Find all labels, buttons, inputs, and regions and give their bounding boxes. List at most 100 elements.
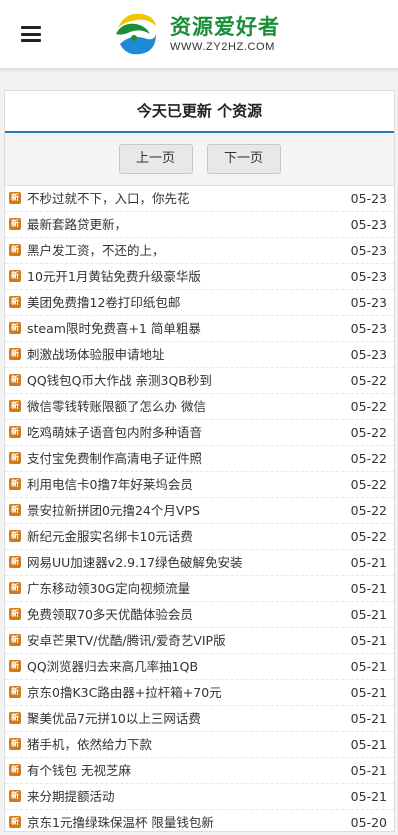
new-badge-icon: 新 [9, 452, 21, 464]
list-item-title[interactable]: 聚美优品7元拼10以上三网话费 [27, 706, 327, 731]
new-badge-icon: 新 [9, 816, 21, 828]
list-item-date: 05-21 [350, 763, 387, 778]
site-logo[interactable]: 资源爱好者 WWW.ZY2HZ.COM [110, 8, 285, 60]
list-item[interactable]: 新京东1元撸绿珠保温杯 限量钱包新 05-20 [5, 810, 394, 831]
list-item[interactable]: 新有个钱包 无视芝麻 05-21 [5, 758, 394, 784]
list-item[interactable]: 新免费领取70多天优酷体验会员 05-21 [5, 602, 394, 628]
list-item[interactable]: 新京东0撸K3C路由器+拉杆箱+70元 05-21 [5, 680, 394, 706]
list-item-date: 05-23 [350, 269, 387, 284]
new-badge-icon: 新 [9, 348, 21, 360]
list-item[interactable]: 新景安拉新拼团0元撸24个月VPS 05-22 [5, 498, 394, 524]
list-item-title[interactable]: 新纪元金服实名绑卡10元话费 [27, 524, 327, 549]
new-badge-icon: 新 [9, 634, 21, 646]
logo-url: WWW.ZY2HZ.COM [170, 41, 275, 53]
new-badge-icon: 新 [9, 296, 21, 308]
list-item[interactable]: 新广东移动领30G定向视频流量 05-21 [5, 576, 394, 602]
new-badge-icon: 新 [9, 608, 21, 620]
list-item-title[interactable]: 吃鸡萌妹子语音包内附多种语音 [27, 420, 327, 445]
list-item-title[interactable]: 猪手机，依然给力下款 [27, 732, 327, 757]
list-item[interactable]: 新安卓芒果TV/优酷/腾讯/爱奇艺VIP版 05-21 [5, 628, 394, 654]
new-badge-icon: 新 [9, 374, 21, 386]
new-badge-icon: 新 [9, 582, 21, 594]
list-item-title[interactable]: 10元开1月黄钻免费升级豪华版 [27, 264, 327, 289]
list-item-date: 05-23 [350, 217, 387, 232]
list-item[interactable]: 新猪手机，依然给力下款 05-21 [5, 732, 394, 758]
panel-title: 今天已更新 个资源 [5, 91, 394, 133]
hamburger-menu-icon[interactable] [21, 26, 41, 42]
list-item[interactable]: 新不秒过就不下，入口，你先花 05-23 [5, 186, 394, 212]
new-badge-icon: 新 [9, 478, 21, 490]
new-badge-icon: 新 [9, 712, 21, 724]
list-item[interactable]: 新来分期提额活动 05-21 [5, 784, 394, 810]
list-item-date: 05-22 [350, 477, 387, 492]
list-item-title[interactable]: 景安拉新拼团0元撸24个月VPS [27, 498, 327, 523]
list-item-date: 05-23 [350, 347, 387, 362]
new-badge-icon: 新 [9, 426, 21, 438]
list-item[interactable]: 新美团免费撸12卷打印纸包邮 05-23 [5, 290, 394, 316]
list-item-title[interactable]: 来分期提额活动 [27, 784, 327, 809]
new-badge-icon: 新 [9, 530, 21, 542]
list-item[interactable]: 新最新套路贷更新， 05-23 [5, 212, 394, 238]
list-item-title[interactable]: QQ钱包Q币大作战 亲测3QB秒到 [27, 368, 327, 393]
new-badge-icon: 新 [9, 244, 21, 256]
list-item[interactable]: 新 steam限时免费喜+1 简单粗暴 05-23 [5, 316, 394, 342]
new-badge-icon: 新 [9, 270, 21, 282]
list-item[interactable]: 新黑户发工资，不还的上， 05-23 [5, 238, 394, 264]
list-item-date: 05-20 [350, 815, 387, 830]
new-badge-icon: 新 [9, 218, 21, 230]
list-item-date: 05-21 [350, 789, 387, 804]
list-item-title[interactable]: 不秒过就不下，入口，你先花 [27, 186, 327, 211]
list-item-title[interactable]: 安卓芒果TV/优酷/腾讯/爱奇艺VIP版 [27, 628, 327, 653]
new-badge-icon: 新 [9, 790, 21, 802]
list-item[interactable]: 新 10元开1月黄钻免费升级豪华版 05-23 [5, 264, 394, 290]
list-item[interactable]: 新 QQ浏览器归去来高几率抽1QB 05-21 [5, 654, 394, 680]
list-item-date: 05-21 [350, 555, 387, 570]
list-item[interactable]: 新刺激战场体验服申请地址 05-23 [5, 342, 394, 368]
list-item-date: 05-23 [350, 243, 387, 258]
list-item-title[interactable]: 美团免费撸12卷打印纸包邮 [27, 290, 327, 315]
list-item-title[interactable]: 最新套路贷更新， [27, 212, 327, 237]
list-item-date: 05-22 [350, 399, 387, 414]
list-item-date: 05-21 [350, 737, 387, 752]
next-page-button[interactable]: 下一页 [206, 144, 281, 174]
list-item[interactable]: 新微信零钱转账限额了怎么办 微信 05-22 [5, 394, 394, 420]
logo-title: 资源爱好者 [170, 14, 280, 39]
list-item-title[interactable]: QQ浏览器归去来高几率抽1QB [27, 654, 327, 679]
new-badge-icon: 新 [9, 764, 21, 776]
list-item-date: 05-21 [350, 711, 387, 726]
list-item-title[interactable]: 刺激战场体验服申请地址 [27, 342, 327, 367]
list-item-date: 05-22 [350, 425, 387, 440]
list-item-title[interactable]: 广东移动领30G定向视频流量 [27, 576, 327, 601]
list-item-title[interactable]: 支付宝免费制作高清电子证件照 [27, 446, 327, 471]
list-item[interactable]: 新 QQ钱包Q币大作战 亲测3QB秒到 05-22 [5, 368, 394, 394]
list-item-date: 05-22 [350, 373, 387, 388]
list-item-title[interactable]: 有个钱包 无视芝麻 [27, 758, 327, 783]
list-item-date: 05-22 [350, 529, 387, 544]
list-item[interactable]: 新吃鸡萌妹子语音包内附多种语音 05-22 [5, 420, 394, 446]
list-item-title[interactable]: 京东1元撸绿珠保温杯 限量钱包新 [27, 810, 327, 831]
list-item-date: 05-22 [350, 503, 387, 518]
list-item[interactable]: 新支付宝免费制作高清电子证件照 05-22 [5, 446, 394, 472]
list-item-date: 05-21 [350, 685, 387, 700]
list-item[interactable]: 新利用电信卡0撸7年好莱坞会员 05-22 [5, 472, 394, 498]
new-badge-icon: 新 [9, 322, 21, 334]
resource-list: 新不秒过就不下，入口，你先花 05-23 新最新套路贷更新， 05-23 新黑户发工资，… [5, 186, 394, 831]
list-item[interactable]: 新聚美优品7元拼10以上三网话费 05-21 [5, 706, 394, 732]
list-item-title[interactable]: 京东0撸K3C路由器+拉杆箱+70元 [27, 680, 327, 705]
list-item[interactable]: 新网易UU加速器v2.9.17绿色破解免安装 05-21 [5, 550, 394, 576]
list-item-date: 05-21 [350, 659, 387, 674]
list-item-title[interactable]: 网易UU加速器v2.9.17绿色破解免安装 [27, 550, 327, 575]
list-item-title[interactable]: 利用电信卡0撸7年好莱坞会员 [27, 472, 327, 497]
list-item-title[interactable]: 免费领取70多天优酷体验会员 [27, 602, 327, 627]
list-item-title[interactable]: 黑户发工资，不还的上， [27, 238, 327, 263]
list-item-title[interactable]: 微信零钱转账限额了怎么办 微信 [27, 394, 327, 419]
new-badge-icon: 新 [9, 738, 21, 750]
list-item[interactable]: 新新纪元金服实名绑卡10元话费 05-22 [5, 524, 394, 550]
list-item-date: 05-22 [350, 451, 387, 466]
pagination: 上一页 下一页 [5, 133, 394, 186]
prev-page-button[interactable]: 上一页 [118, 144, 193, 174]
list-item-title[interactable]: steam限时免费喜+1 简单粗暴 [27, 316, 327, 341]
new-badge-icon: 新 [9, 686, 21, 698]
new-badge-icon: 新 [9, 192, 21, 204]
top-header: 资源爱好者 WWW.ZY2HZ.COM [0, 0, 398, 69]
